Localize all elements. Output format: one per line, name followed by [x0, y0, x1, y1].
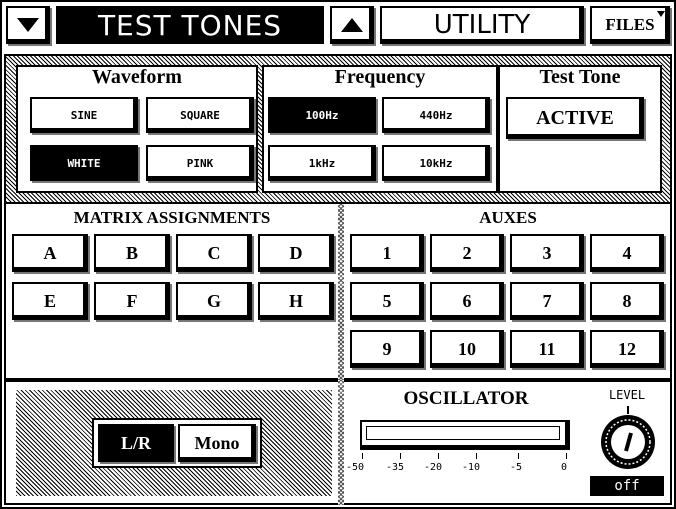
matrix-c-button[interactable]: C: [176, 234, 252, 272]
oscillator-label: OSCILLATOR: [403, 388, 529, 409]
bottom-divider: [338, 380, 344, 505]
aux-10-label: 10: [458, 338, 476, 359]
aux-1-button[interactable]: 1: [350, 234, 424, 272]
waveform-sine-button[interactable]: SINE: [30, 97, 138, 133]
matrix-e-button[interactable]: E: [12, 282, 88, 320]
utility-label: UTILITY: [433, 10, 531, 40]
frequency-440hz-button[interactable]: 440Hz: [382, 97, 490, 133]
auxes-label: AUXES: [479, 208, 537, 227]
waveform-square-button[interactable]: SQUARE: [146, 97, 254, 133]
aux-7-label: 7: [542, 290, 552, 311]
matrix-d-label: D: [289, 242, 303, 263]
frequency-10khz-button[interactable]: 10kHz: [382, 145, 490, 181]
aux-8-label: 8: [622, 290, 632, 311]
level-knob[interactable]: [596, 404, 660, 472]
matrix-b-label: B: [125, 242, 138, 263]
dropdown-left-button[interactable]: [6, 6, 50, 44]
waveform-label: Waveform: [92, 66, 182, 88]
files-arrow-icon: [657, 11, 665, 17]
matrix-d-button[interactable]: D: [258, 234, 334, 272]
test-tone-label: Test Tone: [539, 66, 621, 88]
output-lr-label: L/R: [120, 432, 151, 453]
aux-3-label: 3: [542, 242, 552, 263]
waveform-sine-label: SINE: [70, 108, 98, 122]
waveform-pink-label: PINK: [186, 156, 214, 170]
aux-11-label: 11: [538, 338, 556, 359]
waveform-pink-button[interactable]: PINK: [146, 145, 254, 181]
frequency-440hz-label: 440Hz: [419, 108, 453, 122]
output-mono-button[interactable]: Mono: [178, 424, 256, 462]
level-label: LEVEL: [608, 388, 646, 402]
aux-12-label: 12: [618, 338, 636, 359]
aux-2-label: 2: [462, 242, 472, 263]
frequency-100hz-label: 100Hz: [305, 108, 339, 122]
aux-5-label: 5: [382, 290, 392, 311]
aux-12-button[interactable]: 12: [590, 330, 664, 368]
dropdown-up-button[interactable]: [330, 6, 374, 44]
waveform-white-button[interactable]: WHITE: [30, 145, 138, 181]
frequency-1khz-label: 1kHz: [308, 156, 336, 170]
matrix-e-label: E: [43, 290, 56, 311]
scale-tick-label: 0: [561, 462, 568, 473]
aux-6-label: 6: [462, 290, 472, 311]
triangle-up-icon: [341, 18, 363, 32]
matrix-g-label: G: [206, 290, 221, 311]
aux-3-button[interactable]: 3: [510, 234, 584, 272]
scale-tick-label: -35: [386, 462, 405, 473]
aux-10-button[interactable]: 10: [430, 330, 504, 368]
matrix-h-button[interactable]: H: [258, 282, 334, 320]
waveform-white-label: WHITE: [67, 156, 101, 170]
frequency-100hz-button[interactable]: 100Hz: [268, 97, 376, 133]
scale-tick-label: -5: [510, 462, 523, 473]
matrix-g-button[interactable]: G: [176, 282, 252, 320]
page-title-text: TEST TONES: [97, 8, 283, 42]
frequency-1khz-button[interactable]: 1kHz: [268, 145, 376, 181]
frequency-label: Frequency: [334, 66, 426, 88]
files-button[interactable]: FILES: [590, 6, 670, 44]
oscillator-meter-inner: [366, 426, 560, 440]
test-tone-active-label: ACTIVE: [536, 106, 614, 129]
scale-tick-label: -20: [424, 462, 443, 473]
waveform-square-label: SQUARE: [180, 108, 220, 122]
level-value: off: [590, 476, 664, 496]
aux-8-button[interactable]: 8: [590, 282, 664, 320]
oscillator-meter: [360, 420, 570, 450]
test-tone-active-button[interactable]: ACTIVE: [506, 97, 644, 139]
output-mono-label: Mono: [194, 432, 240, 453]
aux-4-button[interactable]: 4: [590, 234, 664, 272]
matrix-label: MATRIX ASSIGNMENTS: [73, 208, 271, 227]
aux-11-button[interactable]: 11: [510, 330, 584, 368]
utility-button[interactable]: UTILITY: [380, 6, 584, 44]
aux-2-button[interactable]: 2: [430, 234, 504, 272]
page-title: TEST TONES: [56, 6, 324, 44]
matrix-h-label: H: [288, 290, 303, 311]
aux-1-label: 1: [382, 242, 392, 263]
matrix-b-button[interactable]: B: [94, 234, 170, 272]
matrix-a-button[interactable]: A: [12, 234, 88, 272]
triangle-down-icon: [17, 18, 39, 32]
output-lr-button[interactable]: L/R: [98, 424, 174, 462]
scale-tick-label: -10: [462, 462, 481, 473]
aux-9-button[interactable]: 9: [350, 330, 424, 368]
scale-tick-label: -50: [346, 462, 365, 473]
matrix-f-button[interactable]: F: [94, 282, 170, 320]
aux-4-label: 4: [622, 242, 632, 263]
oscillator-scale-ticks: [360, 453, 570, 461]
aux-6-button[interactable]: 6: [430, 282, 504, 320]
aux-5-button[interactable]: 5: [350, 282, 424, 320]
frequency-10khz-label: 10kHz: [419, 156, 453, 170]
aux-7-button[interactable]: 7: [510, 282, 584, 320]
matrix-a-label: A: [43, 242, 57, 263]
files-label: FILES: [605, 15, 655, 34]
section-divider: [338, 204, 344, 380]
matrix-c-label: C: [207, 242, 221, 263]
matrix-f-label: F: [126, 290, 138, 311]
aux-9-label: 9: [382, 338, 392, 359]
